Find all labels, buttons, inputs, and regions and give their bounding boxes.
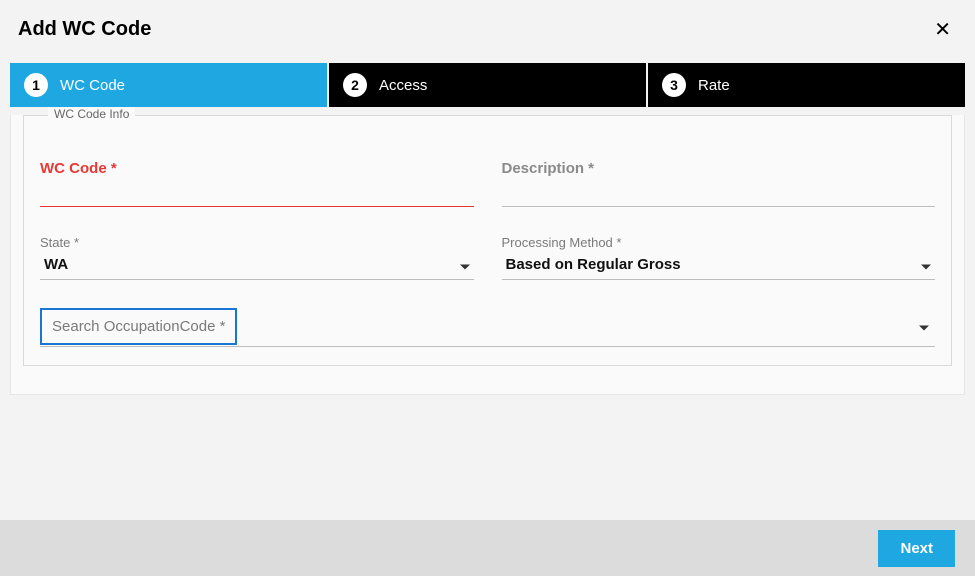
processing-method-value: Based on Regular Gross: [502, 252, 936, 280]
wc-code-input[interactable]: [40, 179, 474, 207]
dialog-title: Add WC Code: [18, 18, 151, 41]
processing-method-field: Processing Method * Based on Regular Gro…: [502, 235, 936, 280]
next-button[interactable]: Next: [878, 530, 955, 567]
chevron-down-icon: [460, 265, 470, 270]
description-field: Description *: [502, 160, 936, 207]
description-input[interactable]: [502, 179, 936, 207]
step-label-rate: Rate: [698, 77, 730, 94]
state-select[interactable]: WA: [40, 252, 474, 280]
chevron-down-icon: [921, 265, 931, 270]
fieldset-legend: WC Code Info: [48, 107, 135, 121]
description-label: Description *: [502, 160, 936, 177]
processing-method-select[interactable]: Based on Regular Gross: [502, 252, 936, 280]
step-number-2: 2: [343, 73, 367, 97]
occupation-placeholder: Search OccupationCode *: [40, 308, 237, 345]
content-area: WC Code Info WC Code * Description * Sta…: [10, 115, 965, 395]
wc-code-field: WC Code *: [40, 160, 474, 207]
wc-code-label: WC Code *: [40, 160, 474, 177]
state-value: WA: [40, 252, 474, 280]
form-row-2: State * WA Processing Method * Based on …: [40, 235, 935, 280]
dialog-header: Add WC Code ✕: [0, 0, 975, 55]
state-label: State *: [40, 235, 474, 250]
fieldset-wc-code-info: WC Code Info WC Code * Description * Sta…: [23, 115, 952, 366]
step-access[interactable]: 2 Access: [329, 63, 646, 107]
dialog-footer: Next: [0, 520, 975, 576]
step-label-wc-code: WC Code: [60, 77, 125, 94]
step-number-1: 1: [24, 73, 48, 97]
step-wc-code[interactable]: 1 WC Code: [10, 63, 327, 107]
form-row-1: WC Code * Description *: [40, 160, 935, 207]
occupation-field[interactable]: Search OccupationCode *: [40, 308, 935, 345]
step-rate[interactable]: 3 Rate: [648, 63, 965, 107]
chevron-down-icon: [919, 325, 929, 330]
occupation-underline: [40, 346, 935, 347]
state-field: State * WA: [40, 235, 474, 280]
step-number-3: 3: [662, 73, 686, 97]
step-label-access: Access: [379, 77, 427, 94]
close-icon[interactable]: ✕: [934, 20, 951, 40]
processing-method-label: Processing Method *: [502, 235, 936, 250]
wizard-steps: 1 WC Code 2 Access 3 Rate: [10, 63, 965, 107]
